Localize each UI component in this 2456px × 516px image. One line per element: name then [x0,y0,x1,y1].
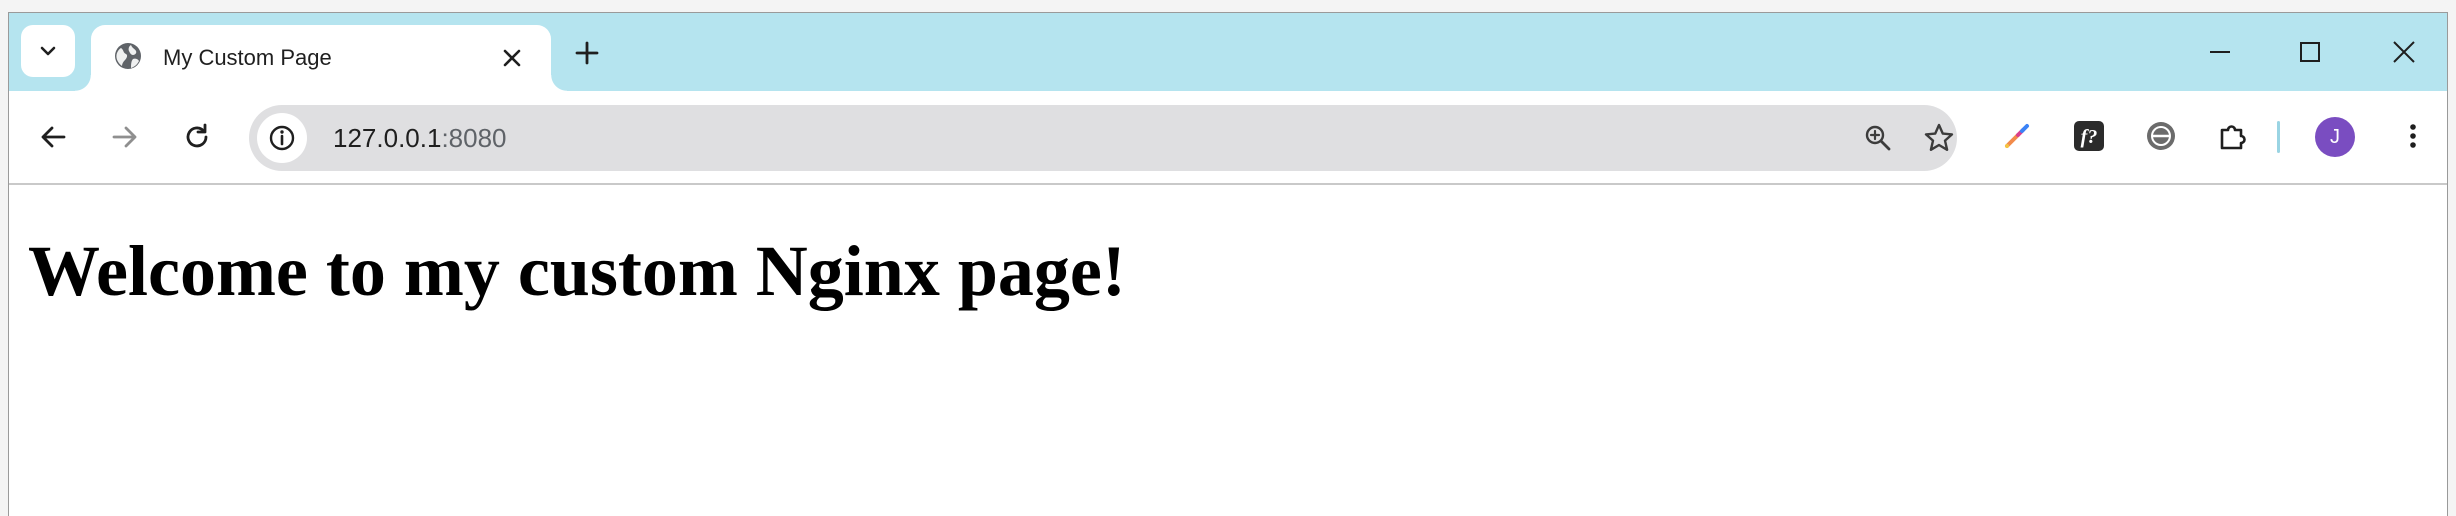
close-icon [503,49,521,67]
chevron-down-icon [40,46,56,56]
toolbar: 127.0.0.1:8080 f? J [9,91,2447,185]
arrow-left-icon [41,126,66,148]
back-button[interactable] [35,119,71,155]
profile-avatar[interactable]: J [2315,117,2355,157]
site-info-button[interactable] [257,113,307,163]
star-icon [1924,123,1954,151]
zoom-in-icon [1865,125,1891,151]
svg-text:f?: f? [2081,126,2098,148]
maximize-icon [2300,42,2320,62]
minimize-button[interactable] [2207,39,2233,65]
maximize-button[interactable] [2297,39,2323,65]
puzzle-icon [2220,125,2246,150]
new-tab-button[interactable] [571,37,603,69]
extensions-button[interactable] [2213,116,2253,156]
tab-title: My Custom Page [163,45,332,70]
toolbar-divider [2277,121,2280,153]
zoom-button[interactable] [1861,121,1895,155]
bookmark-button[interactable] [1922,121,1956,155]
tab-active[interactable]: My Custom Page [75,25,567,91]
close-window-button[interactable] [2391,39,2417,65]
more-vertical-icon [2410,124,2416,148]
page-content: Welcome to my custom Nginx page! [9,185,2447,516]
close-icon [2393,41,2415,63]
font-question-icon: f? [2074,121,2104,151]
reload-button[interactable] [179,119,215,155]
menu-button[interactable] [2393,116,2433,156]
blocked-globe-icon [2147,122,2175,150]
reload-icon [186,123,208,148]
tab-search-button[interactable] [21,25,75,77]
plus-icon [575,41,599,65]
extension-color-picker[interactable] [1997,116,2037,156]
extension-blocked-site[interactable] [2141,116,2181,156]
browser-window: My Custom Page 127.0.0.1:8080 f? J Welco… [8,12,2448,516]
url-host: 127.0.0.1 [333,123,442,153]
extension-fonts[interactable]: f? [2069,116,2109,156]
tab-strip: My Custom Page [9,13,2447,91]
tab-close-button[interactable] [499,45,525,71]
info-icon [269,125,295,151]
address-bar[interactable]: 127.0.0.1:8080 [249,105,1957,171]
url-port: :8080 [441,123,507,153]
url-text[interactable]: 127.0.0.1:8080 [333,105,507,171]
arrow-right-icon [112,126,137,148]
forward-button[interactable] [107,119,143,155]
globe-icon [115,43,141,69]
eyedropper-icon [2005,124,2029,148]
minimize-icon [2210,51,2230,53]
page-heading: Welcome to my custom Nginx page! [28,231,1126,311]
